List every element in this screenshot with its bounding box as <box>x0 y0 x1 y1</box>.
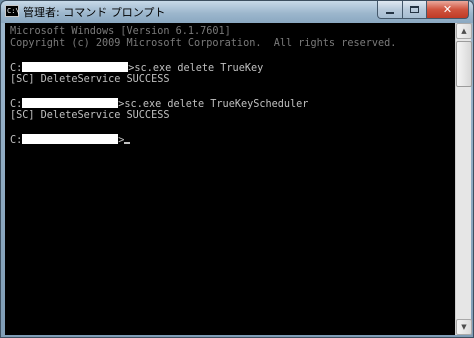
prompt-drive: C: <box>10 135 23 146</box>
window-controls: ✕ <box>377 1 469 19</box>
command-prompt-window: C:\ 管理者: コマンド プロンプト ✕ Microsoft Windows … <box>0 0 474 338</box>
result-line: [SC] DeleteService SUCCESS <box>10 110 170 121</box>
scroll-up-button[interactable]: ▲ <box>456 23 472 39</box>
scroll-down-button[interactable]: ▼ <box>456 319 472 335</box>
text-cursor <box>124 142 131 144</box>
cmd-icon[interactable]: C:\ <box>5 5 20 17</box>
close-button[interactable]: ✕ <box>427 1 469 19</box>
command-line: C: >sc.exe delete TrueKey <box>10 62 455 74</box>
prompt-line: C: > <box>10 134 455 146</box>
command-text: sc.exe delete TrueKey <box>134 63 264 74</box>
prompt-drive: C: <box>10 99 23 110</box>
console-header-line: Microsoft Windows [Version 6.1.7601] <box>10 26 231 37</box>
maximize-icon <box>410 6 419 13</box>
arrow-down-icon: ▼ <box>461 323 467 331</box>
arrow-up-icon: ▲ <box>461 27 467 35</box>
command-line: C: >sc.exe delete TrueKeyScheduler <box>10 98 455 110</box>
title-bar[interactable]: C:\ 管理者: コマンド プロンプト ✕ <box>1 1 473 23</box>
close-icon: ✕ <box>442 3 453 16</box>
vertical-scrollbar[interactable]: ▲ ▼ <box>455 23 472 335</box>
prompt-drive: C: <box>10 63 23 74</box>
console-header-line: Copyright (c) 2009 Microsoft Corporation… <box>10 38 397 49</box>
prompt-suffix: > <box>118 135 125 146</box>
window-title: 管理者: コマンド プロンプト <box>23 6 166 19</box>
minimize-icon <box>386 11 394 14</box>
redacted-path <box>22 134 119 144</box>
console-output[interactable]: Microsoft Windows [Version 6.1.7601] Cop… <box>5 23 455 335</box>
redacted-path <box>22 62 129 72</box>
maximize-button[interactable] <box>403 1 427 19</box>
result-line: [SC] DeleteService SUCCESS <box>10 74 170 85</box>
scroll-thumb[interactable] <box>456 41 472 87</box>
minimize-button[interactable] <box>377 1 403 19</box>
redacted-path <box>22 98 119 108</box>
command-text: sc.exe delete TrueKeyScheduler <box>124 99 309 110</box>
